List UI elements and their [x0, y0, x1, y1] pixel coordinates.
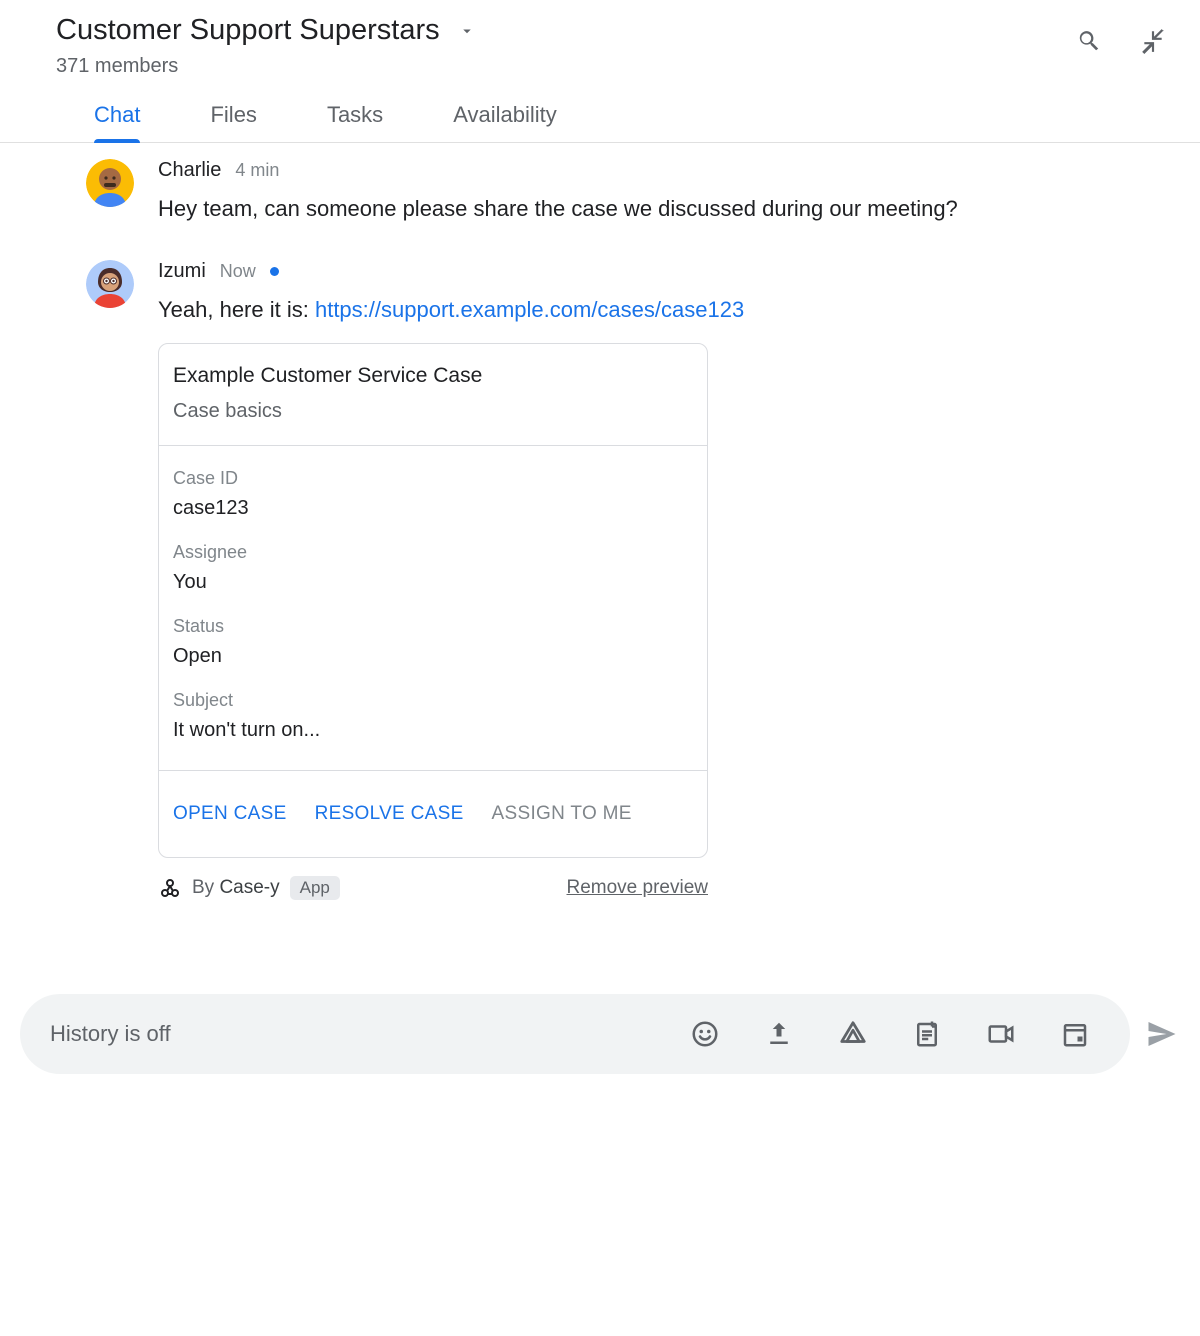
message-time: 4 min — [235, 160, 279, 181]
sender-name: Izumi — [158, 260, 206, 283]
member-count: 371 members — [56, 55, 1076, 78]
field-label: Subject — [173, 690, 693, 711]
field-label: Assignee — [173, 542, 693, 563]
webhook-icon — [158, 876, 182, 900]
avatar — [86, 159, 134, 207]
calendar-icon[interactable] — [1060, 1019, 1090, 1049]
card-subtitle: Case basics — [173, 400, 693, 423]
tab-files[interactable]: Files — [210, 102, 256, 142]
message: Charlie 4 min Hey team, can someone plea… — [86, 155, 1144, 256]
app-attribution: By Case-y — [192, 877, 280, 899]
app-badge: App — [290, 876, 340, 900]
card-footer: By Case-y App Remove preview — [158, 876, 708, 900]
video-icon[interactable] — [986, 1019, 1016, 1049]
composer-placeholder: History is off — [50, 1021, 690, 1047]
send-icon[interactable] — [1144, 1016, 1180, 1052]
message: Izumi Now Yeah, here it is: https://supp… — [86, 256, 1144, 930]
field-value: You — [173, 571, 693, 594]
emoji-icon[interactable] — [690, 1019, 720, 1049]
tab-chat[interactable]: Chat — [94, 102, 140, 142]
avatar — [86, 260, 134, 308]
field-label: Status — [173, 616, 693, 637]
search-icon[interactable] — [1076, 28, 1100, 52]
tab-row: Chat Files Tasks Availability — [0, 78, 1200, 143]
field-value: It won't turn on... — [173, 719, 693, 742]
field-value: case123 — [173, 497, 693, 520]
tab-availability[interactable]: Availability — [453, 102, 557, 142]
docs-icon[interactable] — [912, 1019, 942, 1049]
collapse-icon[interactable] — [1140, 28, 1164, 52]
space-title[interactable]: Customer Support Superstars — [56, 14, 440, 47]
open-case-button[interactable]: OPEN CASE — [173, 803, 287, 825]
message-text: Hey team, can someone please share the c… — [158, 192, 1144, 226]
message-composer[interactable]: History is off — [20, 994, 1130, 1074]
message-text-prefix: Yeah, here it is: — [158, 297, 315, 322]
message-time: Now — [220, 261, 256, 282]
remove-preview-link[interactable]: Remove preview — [567, 877, 709, 899]
card-title: Example Customer Service Case — [173, 364, 693, 388]
field-label: Case ID — [173, 468, 693, 489]
message-text: Yeah, here it is: https://support.exampl… — [158, 293, 1144, 327]
field-value: Open — [173, 645, 693, 668]
resolve-case-button[interactable]: RESOLVE CASE — [315, 803, 464, 825]
now-indicator-dot — [270, 267, 279, 276]
tab-tasks[interactable]: Tasks — [327, 102, 383, 142]
chevron-down-icon[interactable] — [458, 22, 476, 40]
sender-name: Charlie — [158, 159, 221, 182]
upload-icon[interactable] — [764, 1019, 794, 1049]
assign-to-me-button[interactable]: ASSIGN TO ME — [492, 803, 632, 825]
drive-icon[interactable] — [838, 1019, 868, 1049]
case-link[interactable]: https://support.example.com/cases/case12… — [315, 297, 744, 322]
link-preview-card: Example Customer Service Case Case basic… — [158, 343, 708, 858]
